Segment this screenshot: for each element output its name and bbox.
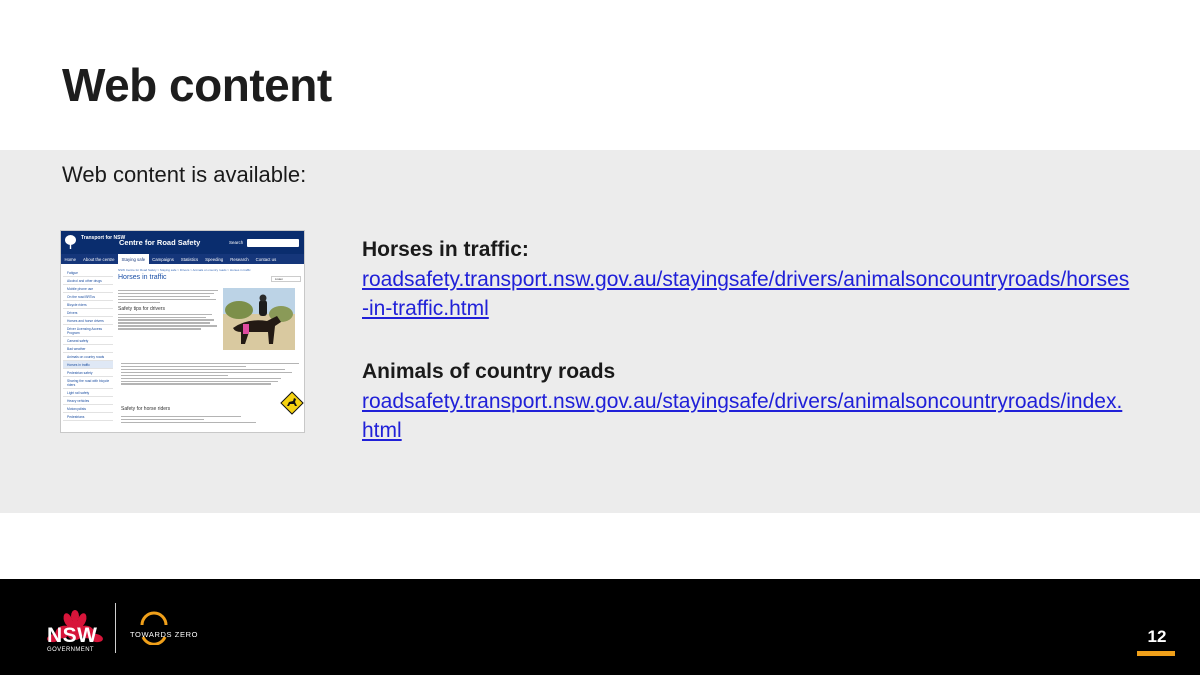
site-sidebar-item: Light rail safety bbox=[63, 389, 113, 397]
site-sidebar-item: Bicycle riders bbox=[63, 301, 113, 309]
site-sidebar: Fatigue Alcohol and other drugs Mobile pho… bbox=[63, 269, 113, 429]
website-screenshot: Transport for NSW Centre for Road Safety… bbox=[60, 230, 305, 433]
towards-zero-ring-icon bbox=[140, 611, 168, 645]
footer: NSW GOVERNMENT TOWARDS ZERO 12 bbox=[0, 579, 1200, 675]
site-nav-item: Statistics bbox=[180, 256, 199, 262]
site-sidebar-item: Animals on country roads bbox=[63, 353, 113, 361]
link-heading-animals: Animals of country roads bbox=[362, 360, 616, 383]
site-sidebar-item: Mobile phone use bbox=[63, 285, 113, 293]
site-sidebar-item: On the road BRTos bbox=[63, 293, 113, 301]
site-nav-item: Research bbox=[230, 256, 249, 262]
site-sidebar-item: Drivers bbox=[63, 309, 113, 317]
site-sidebar-item: Alcohol and other drugs bbox=[63, 277, 113, 285]
footer-divider bbox=[115, 603, 116, 653]
site-sidebar-item: Pedestrians bbox=[63, 413, 113, 421]
site-sidebar-item: Fatigue bbox=[63, 269, 113, 277]
search-label: Search bbox=[229, 240, 244, 245]
page-number-underline bbox=[1137, 651, 1175, 656]
horse-rider-photo bbox=[223, 288, 295, 350]
search-input bbox=[247, 239, 299, 247]
site-sidebar-item: Bad weather bbox=[63, 345, 113, 353]
waratah-icon bbox=[65, 235, 76, 249]
site-nav-item: Speeding bbox=[205, 256, 224, 262]
site-nav-item: Staying safe bbox=[118, 254, 149, 264]
breadcrumb: NSW Centre for Road Safety > Staying saf… bbox=[118, 268, 251, 272]
government-label: GOVERNMENT bbox=[47, 647, 95, 653]
tips-list bbox=[121, 361, 299, 386]
site-name: Centre for Road Safety bbox=[119, 238, 201, 247]
slide-title: Web content bbox=[62, 59, 332, 111]
site-sidebar-item: Horses and horse drivers bbox=[63, 317, 113, 325]
content-panel: Web content is available: Transport for … bbox=[0, 150, 1200, 513]
site-nav-item: Contact us bbox=[255, 256, 277, 262]
site-sidebar-item: Driver Licensing Access Program bbox=[63, 325, 113, 337]
link-heading-horses: Horses in traffic: bbox=[362, 238, 529, 261]
intro-text: Web content is available: bbox=[62, 162, 307, 187]
link-block-animals: Animals of country roads roadsafety.tran… bbox=[362, 357, 1152, 445]
rider-tips-list bbox=[121, 414, 271, 425]
towards-zero-label: TOWARDS ZERO bbox=[130, 630, 199, 639]
site-sidebar-item: Sharing the road with bicycle riders bbox=[63, 377, 113, 389]
link-animals-country-roads[interactable]: roadsafety.transport.nsw.gov.au/stayings… bbox=[362, 387, 1132, 445]
site-sidebar-item: Pedestrian safety bbox=[63, 369, 113, 377]
body-text-lines: Safety tips for drivers bbox=[118, 288, 222, 331]
link-block-horses: Horses in traffic: roadsafety.transport.… bbox=[362, 235, 1152, 323]
site-header: Transport for NSW Centre for Road Safety… bbox=[61, 231, 304, 254]
site-nav-item: Campaigns bbox=[152, 256, 174, 262]
site-nav-item: Home bbox=[64, 256, 76, 262]
site-nav-item: About the centre bbox=[82, 256, 115, 262]
site-nav: Home About the centre Staying safe Campaign… bbox=[61, 254, 304, 264]
site-sidebar-item: Motorcyclists bbox=[63, 405, 113, 413]
site-main: NSW Centre for Road Safety > Staying saf… bbox=[118, 268, 304, 431]
site-sidebar-item: Horses in traffic bbox=[63, 361, 113, 369]
site-sidebar-item: Heavy vehicles bbox=[63, 397, 113, 405]
listen-button: Listen bbox=[271, 276, 301, 282]
subhead-drivers: Safety tips for drivers bbox=[118, 305, 165, 312]
subhead-riders: Safety for horse riders bbox=[121, 406, 171, 412]
site-sidebar-item: Carseat safety bbox=[63, 337, 113, 345]
page-number: 12 bbox=[1147, 627, 1167, 646]
nsw-wordmark: NSW bbox=[47, 624, 98, 647]
horse-warning-sign-icon bbox=[280, 391, 304, 415]
link-horses-in-traffic[interactable]: roadsafety.transport.nsw.gov.au/stayings… bbox=[362, 265, 1132, 323]
